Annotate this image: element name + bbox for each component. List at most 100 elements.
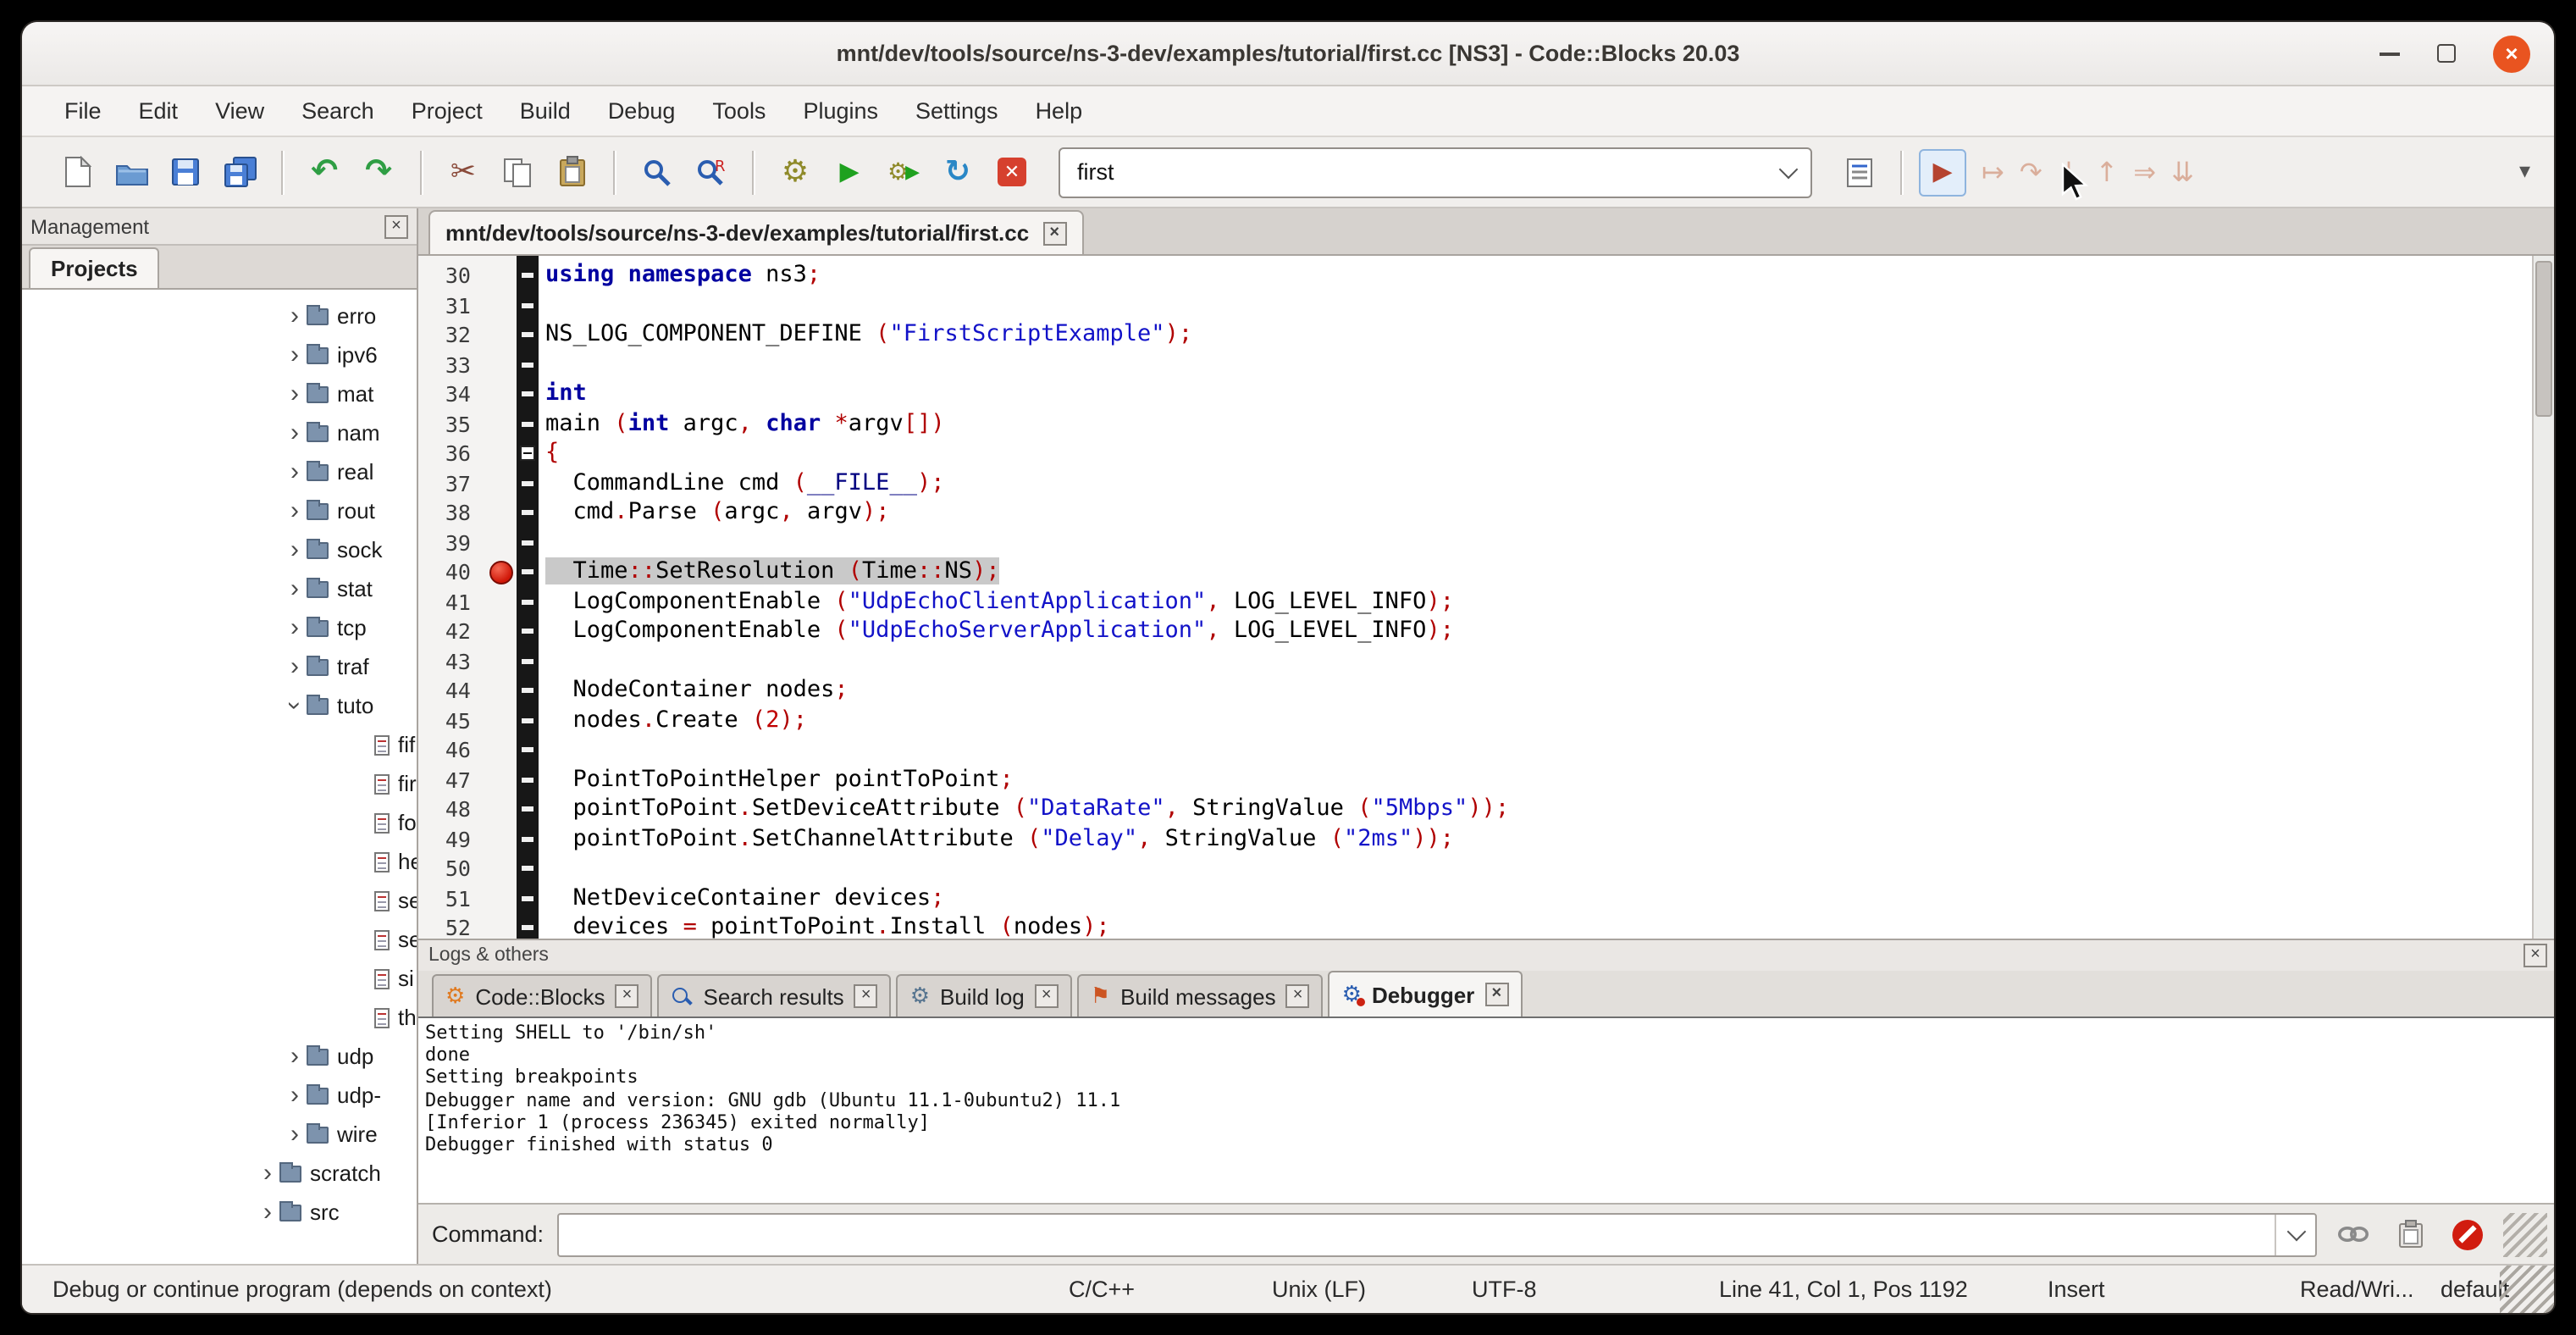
cut-button[interactable]: ✂ xyxy=(439,148,488,196)
breakpoint-margin[interactable] xyxy=(486,913,517,939)
fold-margin[interactable] xyxy=(517,587,539,617)
code-line[interactable]: 50 xyxy=(418,854,2554,884)
tab-close-button[interactable]: × xyxy=(1035,984,1059,1008)
fold-margin[interactable] xyxy=(517,795,539,824)
code-line[interactable]: 49 pointToPoint.SetChannelAttribute ("De… xyxy=(418,824,2554,854)
code-text-cell[interactable]: pointToPoint.SetChannelAttribute ("Delay… xyxy=(539,824,2554,854)
fold-margin[interactable] xyxy=(517,439,539,468)
management-close-button[interactable]: × xyxy=(384,214,408,238)
chevron-collapsed-icon[interactable]: › xyxy=(256,1199,279,1225)
chevron-collapsed-icon[interactable]: › xyxy=(283,303,307,329)
tree-item[interactable]: ›tcp xyxy=(22,608,417,647)
fold-margin[interactable] xyxy=(517,350,539,379)
redo-button[interactable]: ↷ xyxy=(354,148,403,196)
stop-debugger-button[interactable] xyxy=(2446,1214,2490,1255)
code-text-cell[interactable]: nodes.Create (2); xyxy=(539,706,2554,735)
code-text-cell[interactable]: CommandLine cmd (__FILE__); xyxy=(539,468,2554,498)
breakpoint-margin[interactable] xyxy=(486,765,517,795)
code-text-cell[interactable] xyxy=(539,735,2554,765)
menu-item-view[interactable]: View xyxy=(196,86,283,136)
tree-item[interactable]: ›wire xyxy=(22,1115,417,1154)
replace-button[interactable]: R xyxy=(686,148,735,196)
rebuild-button[interactable]: ↻ xyxy=(933,148,982,196)
minimize-button[interactable] xyxy=(2380,52,2400,55)
fold-margin[interactable] xyxy=(517,706,539,735)
paste-button[interactable] xyxy=(547,148,596,196)
scrollbar-thumb[interactable] xyxy=(2535,261,2552,417)
chevron-collapsed-icon[interactable]: › xyxy=(283,420,307,446)
fold-margin[interactable] xyxy=(517,379,539,409)
code-line[interactable]: 46 xyxy=(418,735,2554,765)
code-text-cell[interactable]: NS_LOG_COMPONENT_DEFINE ("FirstScriptExa… xyxy=(539,320,2554,350)
save-all-button[interactable] xyxy=(215,148,264,196)
code-line[interactable]: 38 cmd.Parse (argc, argv); xyxy=(418,498,2554,528)
step-into-icon[interactable]: ↓ xyxy=(2058,158,2081,186)
breakpoint-margin[interactable] xyxy=(486,587,517,617)
tree-item[interactable]: ›nam xyxy=(22,413,417,452)
command-input[interactable] xyxy=(559,1221,2275,1247)
line-number[interactable]: 37 xyxy=(418,468,486,498)
chevron-collapsed-icon[interactable]: › xyxy=(283,342,307,368)
code-line[interactable]: 35main (int argc, char *argv[]) xyxy=(418,409,2554,439)
search-options-button[interactable] xyxy=(1834,148,1883,196)
line-number[interactable]: 52 xyxy=(418,913,486,939)
code-line[interactable]: 39 xyxy=(418,528,2554,557)
chevron-collapsed-icon[interactable]: › xyxy=(283,654,307,679)
tree-item[interactable]: ›scratch xyxy=(22,1154,417,1193)
tree-item[interactable]: si xyxy=(22,959,417,998)
open-file-button[interactable] xyxy=(107,148,156,196)
breakpoint-margin[interactable] xyxy=(486,320,517,350)
breakpoint-margin[interactable] xyxy=(486,409,517,439)
breakpoint-margin[interactable] xyxy=(486,261,517,291)
code-line[interactable]: 45 nodes.Create (2); xyxy=(418,706,2554,735)
breakpoint-margin[interactable] xyxy=(486,350,517,379)
tree-item[interactable]: ›erro xyxy=(22,296,417,335)
combo-dropdown-button[interactable] xyxy=(1766,148,1810,196)
breakpoint-margin[interactable] xyxy=(486,795,517,824)
resize-grip[interactable] xyxy=(2503,1212,2547,1256)
line-number[interactable]: 45 xyxy=(418,706,486,735)
fold-margin[interactable] xyxy=(517,261,539,291)
menu-item-help[interactable]: Help xyxy=(1017,86,1102,136)
logs-tab-debugger[interactable]: ⚙Debugger× xyxy=(1329,971,1523,1016)
tree-item[interactable]: fir xyxy=(22,764,417,803)
line-number[interactable]: 34 xyxy=(418,379,486,409)
breakpoint-margin[interactable] xyxy=(486,379,517,409)
menu-item-settings[interactable]: Settings xyxy=(897,86,1017,136)
fold-margin[interactable] xyxy=(517,528,539,557)
code-line[interactable]: 41 LogComponentEnable ("UdpEchoClientApp… xyxy=(418,587,2554,617)
tree-item[interactable]: ›sock xyxy=(22,530,417,569)
tree-item[interactable]: ›rout xyxy=(22,491,417,530)
breakpoint-margin[interactable] xyxy=(486,468,517,498)
tree-item[interactable]: ›tuto xyxy=(22,686,417,725)
tab-close-button[interactable]: × xyxy=(1484,983,1508,1006)
line-number[interactable]: 51 xyxy=(418,884,486,913)
toolbar-overflow-button[interactable]: ▾ xyxy=(2519,161,2540,183)
chevron-collapsed-icon[interactable]: › xyxy=(283,537,307,562)
code-line[interactable]: 34int xyxy=(418,379,2554,409)
undo-button[interactable]: ↶ xyxy=(300,148,349,196)
code-line[interactable]: 44 NodeContainer nodes; xyxy=(418,676,2554,706)
chevron-collapsed-icon[interactable]: › xyxy=(283,615,307,640)
fold-margin[interactable] xyxy=(517,320,539,350)
line-number[interactable]: 40 xyxy=(418,557,486,587)
build-target-combo[interactable] xyxy=(1059,147,1812,197)
line-number[interactable]: 44 xyxy=(418,676,486,706)
attach-log-button[interactable] xyxy=(2330,1214,2374,1255)
code-text-cell[interactable]: main (int argc, char *argv[]) xyxy=(539,409,2554,439)
breakpoint-margin[interactable] xyxy=(486,557,517,587)
menu-item-plugins[interactable]: Plugins xyxy=(784,86,897,136)
menu-item-project[interactable]: Project xyxy=(393,86,501,136)
fold-margin[interactable] xyxy=(517,409,539,439)
line-number[interactable]: 50 xyxy=(418,854,486,884)
fold-margin[interactable] xyxy=(517,646,539,676)
breakpoint-margin[interactable] xyxy=(486,498,517,528)
code-text-cell[interactable]: PointToPointHelper pointToPoint; xyxy=(539,765,2554,795)
chevron-expanded-icon[interactable]: › xyxy=(282,694,307,717)
line-number[interactable]: 33 xyxy=(418,350,486,379)
run-button[interactable]: ▶ xyxy=(825,148,874,196)
maximize-button[interactable] xyxy=(2437,44,2456,63)
titlebar[interactable]: mnt/dev/tools/source/ns-3-dev/examples/t… xyxy=(22,22,2554,86)
code-text-cell[interactable]: Time::SetResolution (Time::NS); xyxy=(539,557,2554,587)
menu-item-file[interactable]: File xyxy=(46,86,120,136)
